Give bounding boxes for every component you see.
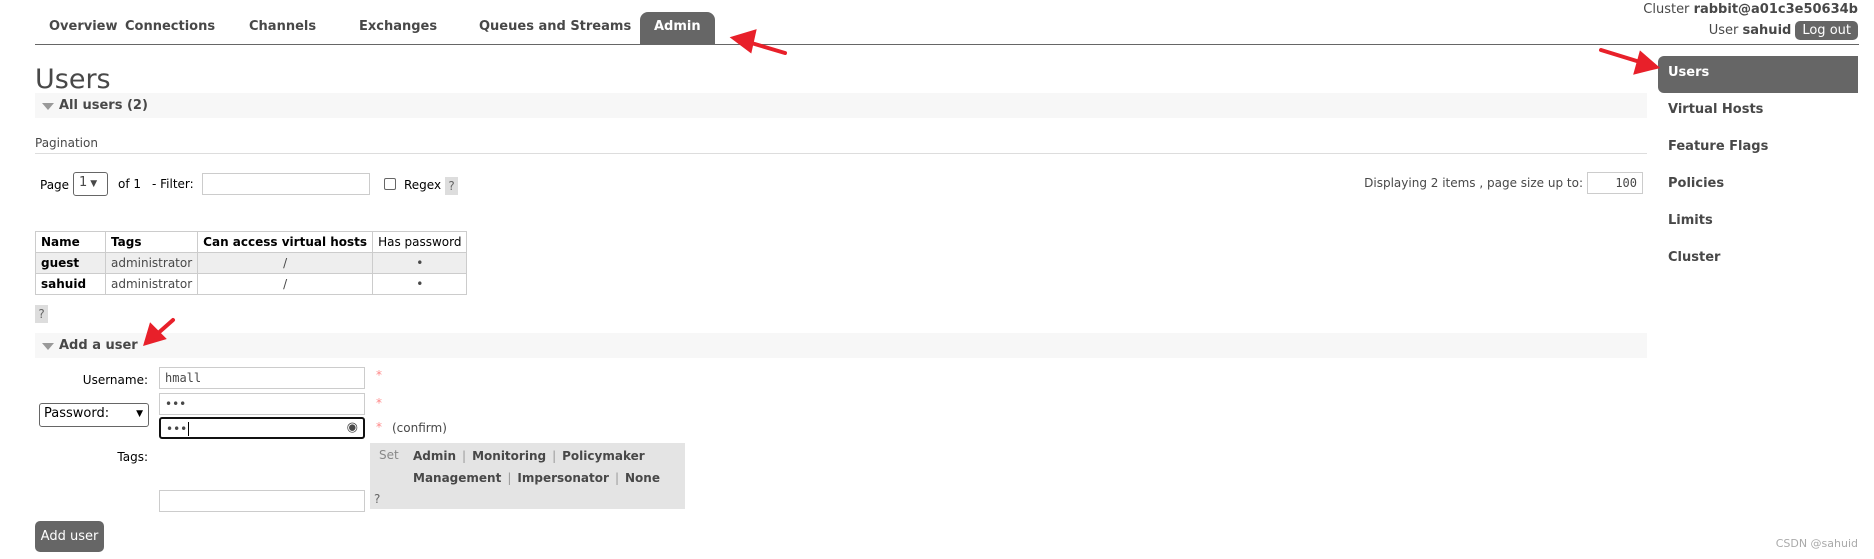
annotation-arrow-icon — [1599, 48, 1642, 64]
annotation-arrows — [143, 29, 1661, 346]
arrow-head-icon — [1633, 50, 1661, 75]
arrow-head-icon — [729, 29, 757, 54]
annotation-arrow-icon — [746, 40, 787, 55]
